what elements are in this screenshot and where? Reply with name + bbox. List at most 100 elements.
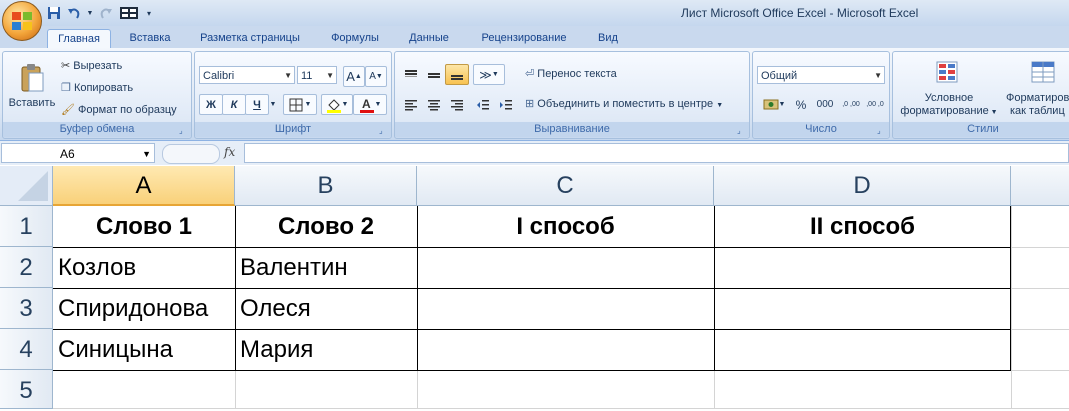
cell-c4[interactable] bbox=[417, 330, 714, 370]
align-right-button[interactable] bbox=[445, 94, 469, 115]
row-header-2[interactable]: 2 bbox=[0, 247, 53, 288]
underline-button[interactable]: Ч bbox=[245, 94, 269, 115]
chevron-down-icon: ▼ bbox=[778, 101, 786, 108]
format-as-table-label-1: Форматиров bbox=[1006, 92, 1069, 104]
align-middle-button[interactable] bbox=[422, 64, 446, 85]
wrap-text-button[interactable]: ⏎ Перенос текста bbox=[525, 66, 617, 82]
insert-function-icon[interactable]: fx bbox=[224, 145, 235, 159]
percent-button[interactable]: % bbox=[791, 94, 811, 115]
format-as-table-button[interactable]: Форматиров как таблиц bbox=[1003, 56, 1069, 122]
tab-data[interactable]: Данные bbox=[400, 29, 458, 48]
merge-center-button[interactable]: ⊞ Объединить и поместить в центре ▼ bbox=[525, 96, 723, 114]
select-all-button[interactable] bbox=[0, 166, 53, 206]
paste-label: Вставить bbox=[8, 97, 56, 109]
formula-bar: A6 ▼ fx bbox=[0, 141, 1069, 165]
fill-color-button[interactable]: ▼ bbox=[321, 94, 353, 115]
column-header-c[interactable]: C bbox=[417, 166, 714, 206]
number-launcher-icon[interactable]: ⌟ bbox=[877, 126, 886, 135]
orientation-icon: ≫ bbox=[479, 67, 492, 82]
grid-icon[interactable] bbox=[118, 5, 140, 21]
clipboard-launcher-icon[interactable]: ⌟ bbox=[179, 126, 188, 135]
font-color-button[interactable]: A ▼ bbox=[353, 94, 387, 115]
cell-d3[interactable] bbox=[714, 289, 1011, 329]
format-painter-button[interactable]: 🖌 Формат по образцу bbox=[61, 102, 177, 118]
align-center-button[interactable] bbox=[422, 94, 446, 115]
undo-dropdown-icon[interactable]: ▼ bbox=[86, 5, 94, 21]
bold-button[interactable]: Ж bbox=[199, 94, 223, 115]
font-size-select[interactable]: 11 ▼ bbox=[297, 66, 337, 84]
align-bottom-button[interactable] bbox=[445, 64, 469, 85]
row-header-3[interactable]: 3 bbox=[0, 288, 53, 329]
row-header-5[interactable]: 5 bbox=[0, 370, 53, 409]
decrease-decimal-button[interactable]: ,00 ,0 bbox=[863, 94, 887, 115]
cell-b1[interactable]: Слово 2 bbox=[235, 206, 417, 247]
undo-icon[interactable] bbox=[66, 5, 82, 21]
cell-c1[interactable]: I способ bbox=[417, 206, 714, 247]
formula-bar-grip[interactable] bbox=[162, 144, 220, 164]
cell-a4[interactable]: Синицына bbox=[53, 330, 235, 370]
merge-cells-icon: ⊞ bbox=[525, 98, 535, 110]
font-group-label: Шрифт bbox=[195, 122, 391, 137]
name-box[interactable]: A6 ▼ bbox=[1, 143, 155, 163]
save-icon[interactable] bbox=[46, 5, 62, 21]
shrink-font-button[interactable]: A ▼ bbox=[365, 66, 387, 87]
number-format-select[interactable]: Общий ▼ bbox=[757, 66, 885, 84]
row-header-1[interactable]: 1 bbox=[0, 206, 53, 247]
office-button[interactable] bbox=[2, 1, 42, 41]
thousands-button[interactable]: 000 bbox=[811, 94, 839, 115]
conditional-formatting-label-2-text: форматирование bbox=[900, 104, 989, 117]
italic-button[interactable]: К bbox=[222, 94, 246, 115]
cut-button[interactable]: ✂ Вырезать bbox=[61, 58, 122, 74]
cell-c2[interactable] bbox=[417, 248, 714, 288]
underline-dropdown-icon[interactable]: ▼ bbox=[267, 94, 279, 115]
wrap-text-label: Перенос текста bbox=[537, 68, 617, 80]
cell-b2[interactable]: Валентин bbox=[235, 248, 417, 288]
redo-icon[interactable] bbox=[98, 5, 114, 21]
tab-view[interactable]: Вид bbox=[590, 29, 626, 48]
spreadsheet-grid: A B C D 1 2 3 4 5 Слово 1 Слово 2 I спос… bbox=[0, 166, 1069, 409]
borders-button[interactable]: ▼ bbox=[283, 94, 317, 115]
font-family-select[interactable]: Calibri ▼ bbox=[199, 66, 295, 84]
formula-input[interactable] bbox=[244, 143, 1069, 163]
cell-d2[interactable] bbox=[714, 248, 1011, 288]
orientation-button[interactable]: ≫ ▼ bbox=[473, 64, 505, 85]
cell-d4[interactable] bbox=[714, 330, 1011, 370]
ribbon: Вставить ✂ Вырезать ❐ Копировать 🖌 Форма… bbox=[0, 48, 1069, 141]
cell-b4[interactable]: Мария bbox=[235, 330, 417, 370]
cut-label: Вырезать bbox=[73, 60, 123, 72]
cell-a3[interactable]: Спиридонова bbox=[53, 289, 235, 329]
grow-font-button[interactable]: A ▲ bbox=[343, 66, 365, 87]
column-header-b[interactable]: B bbox=[235, 166, 417, 206]
format-as-table-icon bbox=[1031, 61, 1055, 83]
conditional-formatting-button[interactable]: Условное форматирование ▼ bbox=[895, 56, 1003, 122]
align-top-button[interactable] bbox=[399, 64, 423, 85]
tab-insert[interactable]: Вставка bbox=[120, 29, 180, 48]
chevron-down-icon: ▼ bbox=[716, 102, 724, 109]
chevron-down-icon: ▼ bbox=[874, 71, 882, 80]
column-header-a[interactable]: A bbox=[53, 166, 235, 206]
cell-b3[interactable]: Олеся bbox=[235, 289, 417, 329]
cell-a1[interactable]: Слово 1 bbox=[53, 206, 235, 247]
increase-decimal-button[interactable]: ,0 ,00 bbox=[839, 94, 863, 115]
currency-button[interactable]: ▼ bbox=[757, 94, 791, 115]
tab-formulas[interactable]: Формулы bbox=[322, 29, 388, 48]
align-left-button[interactable] bbox=[399, 94, 423, 115]
cell-a5[interactable] bbox=[53, 371, 235, 409]
decrease-indent-button[interactable] bbox=[471, 94, 495, 115]
tab-page-layout[interactable]: Разметка страницы bbox=[192, 29, 308, 48]
copy-button[interactable]: ❐ Копировать bbox=[61, 80, 133, 96]
brush-icon: 🖌 bbox=[61, 104, 75, 116]
font-launcher-icon[interactable]: ⌟ bbox=[379, 126, 388, 135]
column-header-d[interactable]: D bbox=[714, 166, 1011, 206]
column-header-e[interactable] bbox=[1011, 166, 1069, 206]
cell-a2[interactable]: Козлов bbox=[53, 248, 235, 288]
alignment-launcher-icon[interactable]: ⌟ bbox=[737, 126, 746, 135]
paste-button[interactable]: Вставить bbox=[5, 56, 59, 116]
row-header-4[interactable]: 4 bbox=[0, 329, 53, 370]
cell-c3[interactable] bbox=[417, 289, 714, 329]
customize-icon[interactable]: ▾ bbox=[144, 5, 154, 21]
cell-d1[interactable]: II способ bbox=[714, 206, 1011, 247]
increase-indent-button[interactable] bbox=[494, 94, 518, 115]
tab-home[interactable]: Главная bbox=[47, 29, 111, 49]
tab-review[interactable]: Рецензирование bbox=[471, 29, 577, 48]
